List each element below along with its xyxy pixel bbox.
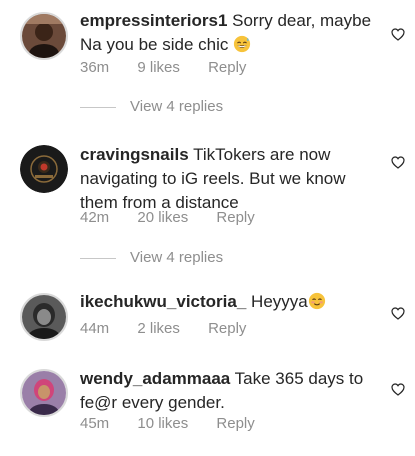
comment-likes[interactable]: 9 likes xyxy=(137,59,180,76)
comment-likes[interactable]: 20 likes xyxy=(137,209,188,226)
comment-username[interactable]: ikechukwu_victoria_ xyxy=(80,292,246,311)
view-replies-link[interactable]: View 4 replies xyxy=(80,249,223,266)
comment-time: 36m xyxy=(80,59,110,76)
comment-text: Heyyya xyxy=(251,292,308,311)
reply-button[interactable]: Reply xyxy=(208,59,246,76)
comment-time: 44m xyxy=(80,320,110,337)
avatar[interactable] xyxy=(20,293,68,341)
divider-line xyxy=(80,106,116,108)
comment-time: 45m xyxy=(80,415,110,432)
heart-icon[interactable] xyxy=(391,383,405,396)
heart-icon[interactable] xyxy=(391,28,405,41)
comment-username[interactable]: cravingsnails xyxy=(80,145,189,164)
avatar[interactable] xyxy=(20,12,68,60)
reply-button[interactable]: Reply xyxy=(216,415,254,432)
smiling-blush-emoji-icon xyxy=(308,292,325,310)
comment-time: 42m xyxy=(80,209,110,226)
comment-likes[interactable]: 10 likes xyxy=(137,415,188,432)
grinning-sweat-emoji-icon xyxy=(234,35,251,53)
comment-likes[interactable]: 2 likes xyxy=(137,320,180,337)
reply-button[interactable]: Reply xyxy=(216,209,254,226)
avatar[interactable] xyxy=(20,369,68,417)
view-replies-label: View 4 replies xyxy=(130,249,224,266)
heart-icon[interactable] xyxy=(391,156,405,169)
reply-button[interactable]: Reply xyxy=(208,320,246,337)
divider-line xyxy=(80,257,116,259)
comment-username[interactable]: empressinteriors1 xyxy=(80,11,227,30)
heart-icon[interactable] xyxy=(391,307,405,320)
comment-username[interactable]: wendy_adammaaa xyxy=(80,369,230,388)
view-replies-link[interactable]: View 4 replies xyxy=(80,98,223,115)
avatar[interactable] xyxy=(20,145,68,193)
view-replies-label: View 4 replies xyxy=(130,98,224,115)
